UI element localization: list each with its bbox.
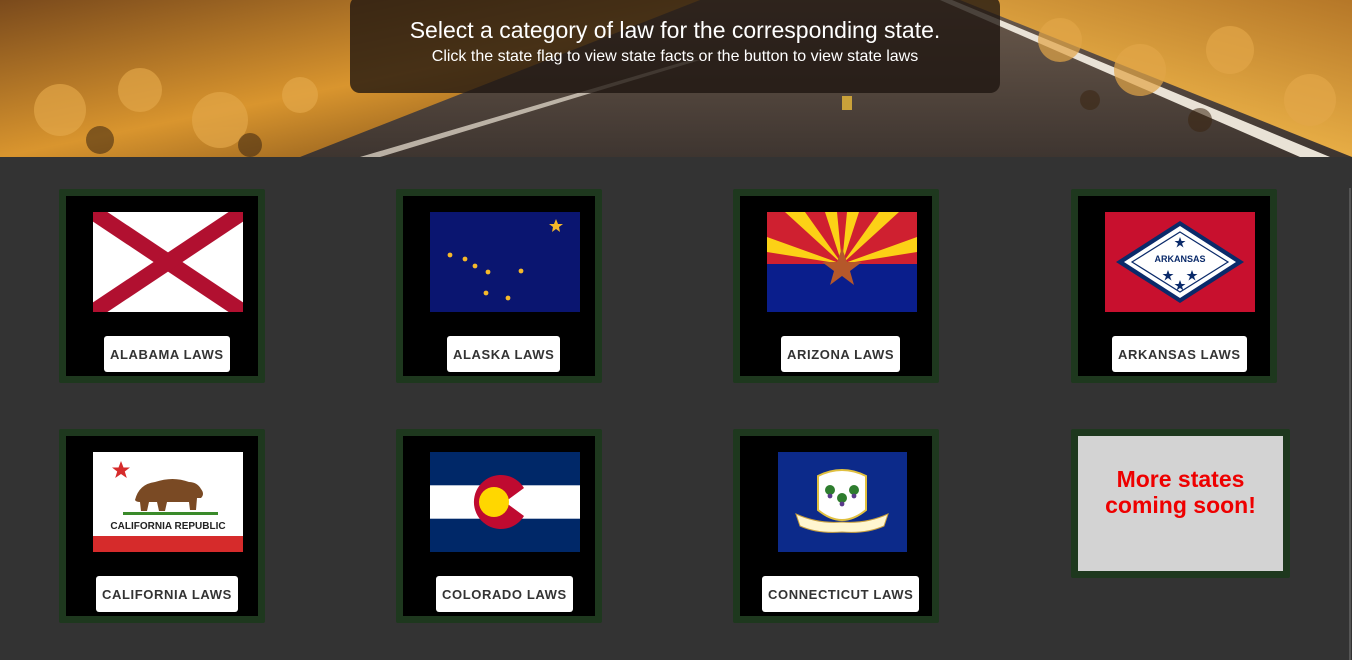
alaska-flag-icon[interactable] [430, 212, 580, 312]
alabama-laws-button[interactable]: ALABAMA LAWS [104, 336, 230, 372]
state-card-alabama: ALABAMA LAWS [59, 189, 265, 383]
page-subtitle: Click the state flag to view state facts… [431, 48, 919, 65]
coming-soon-panel: More states coming soon! [1071, 429, 1290, 578]
coming-soon-line-1: More states [1116, 466, 1245, 492]
colorado-flag-icon[interactable] [430, 452, 580, 552]
connecticut-laws-button[interactable]: CONNECTICUT LAWS [762, 576, 920, 612]
alabama-flag-icon[interactable] [93, 212, 243, 312]
arkansas-flag-icon[interactable]: ARKANSAS [1105, 212, 1255, 312]
colorado-laws-button[interactable]: COLORADO LAWS [436, 576, 573, 612]
state-card-alaska: ALASKA LAWS [396, 189, 602, 383]
hero-instructions: Select a category of law for the corresp… [350, 0, 1000, 93]
arizona-flag-icon[interactable] [767, 212, 917, 312]
state-card-california: CALIFORNIA REPUBLIC CALIFORNIA LAWS [59, 429, 265, 623]
arizona-laws-button[interactable]: ARIZONA LAWS [781, 336, 901, 372]
california-flag-icon[interactable]: CALIFORNIA REPUBLIC [93, 452, 243, 552]
page-title: Select a category of law for the corresp… [409, 17, 941, 43]
state-card-colorado: COLORADO LAWS [396, 429, 602, 623]
arkansas-laws-button[interactable]: ARKANSAS LAWS [1112, 336, 1247, 372]
state-card-arkansas: ARKANSAS ARKANSAS LAWS [1071, 189, 1277, 383]
state-card-connecticut: CONNECTICUT LAWS [733, 429, 939, 623]
arkansas-flag-text: ARKANSAS [1154, 254, 1205, 264]
connecticut-flag-icon[interactable] [778, 452, 907, 552]
california-flag-text: CALIFORNIA REPUBLIC [110, 521, 225, 532]
hero-banner: Select a category of law for the corresp… [0, 0, 1352, 157]
california-laws-button[interactable]: CALIFORNIA LAWS [96, 576, 238, 612]
coming-soon-line-2: coming soon! [1105, 492, 1256, 518]
state-card-arizona: ARIZONA LAWS [733, 189, 939, 383]
alaska-laws-button[interactable]: ALASKA LAWS [447, 336, 561, 372]
scrollbar[interactable] [1349, 188, 1351, 660]
